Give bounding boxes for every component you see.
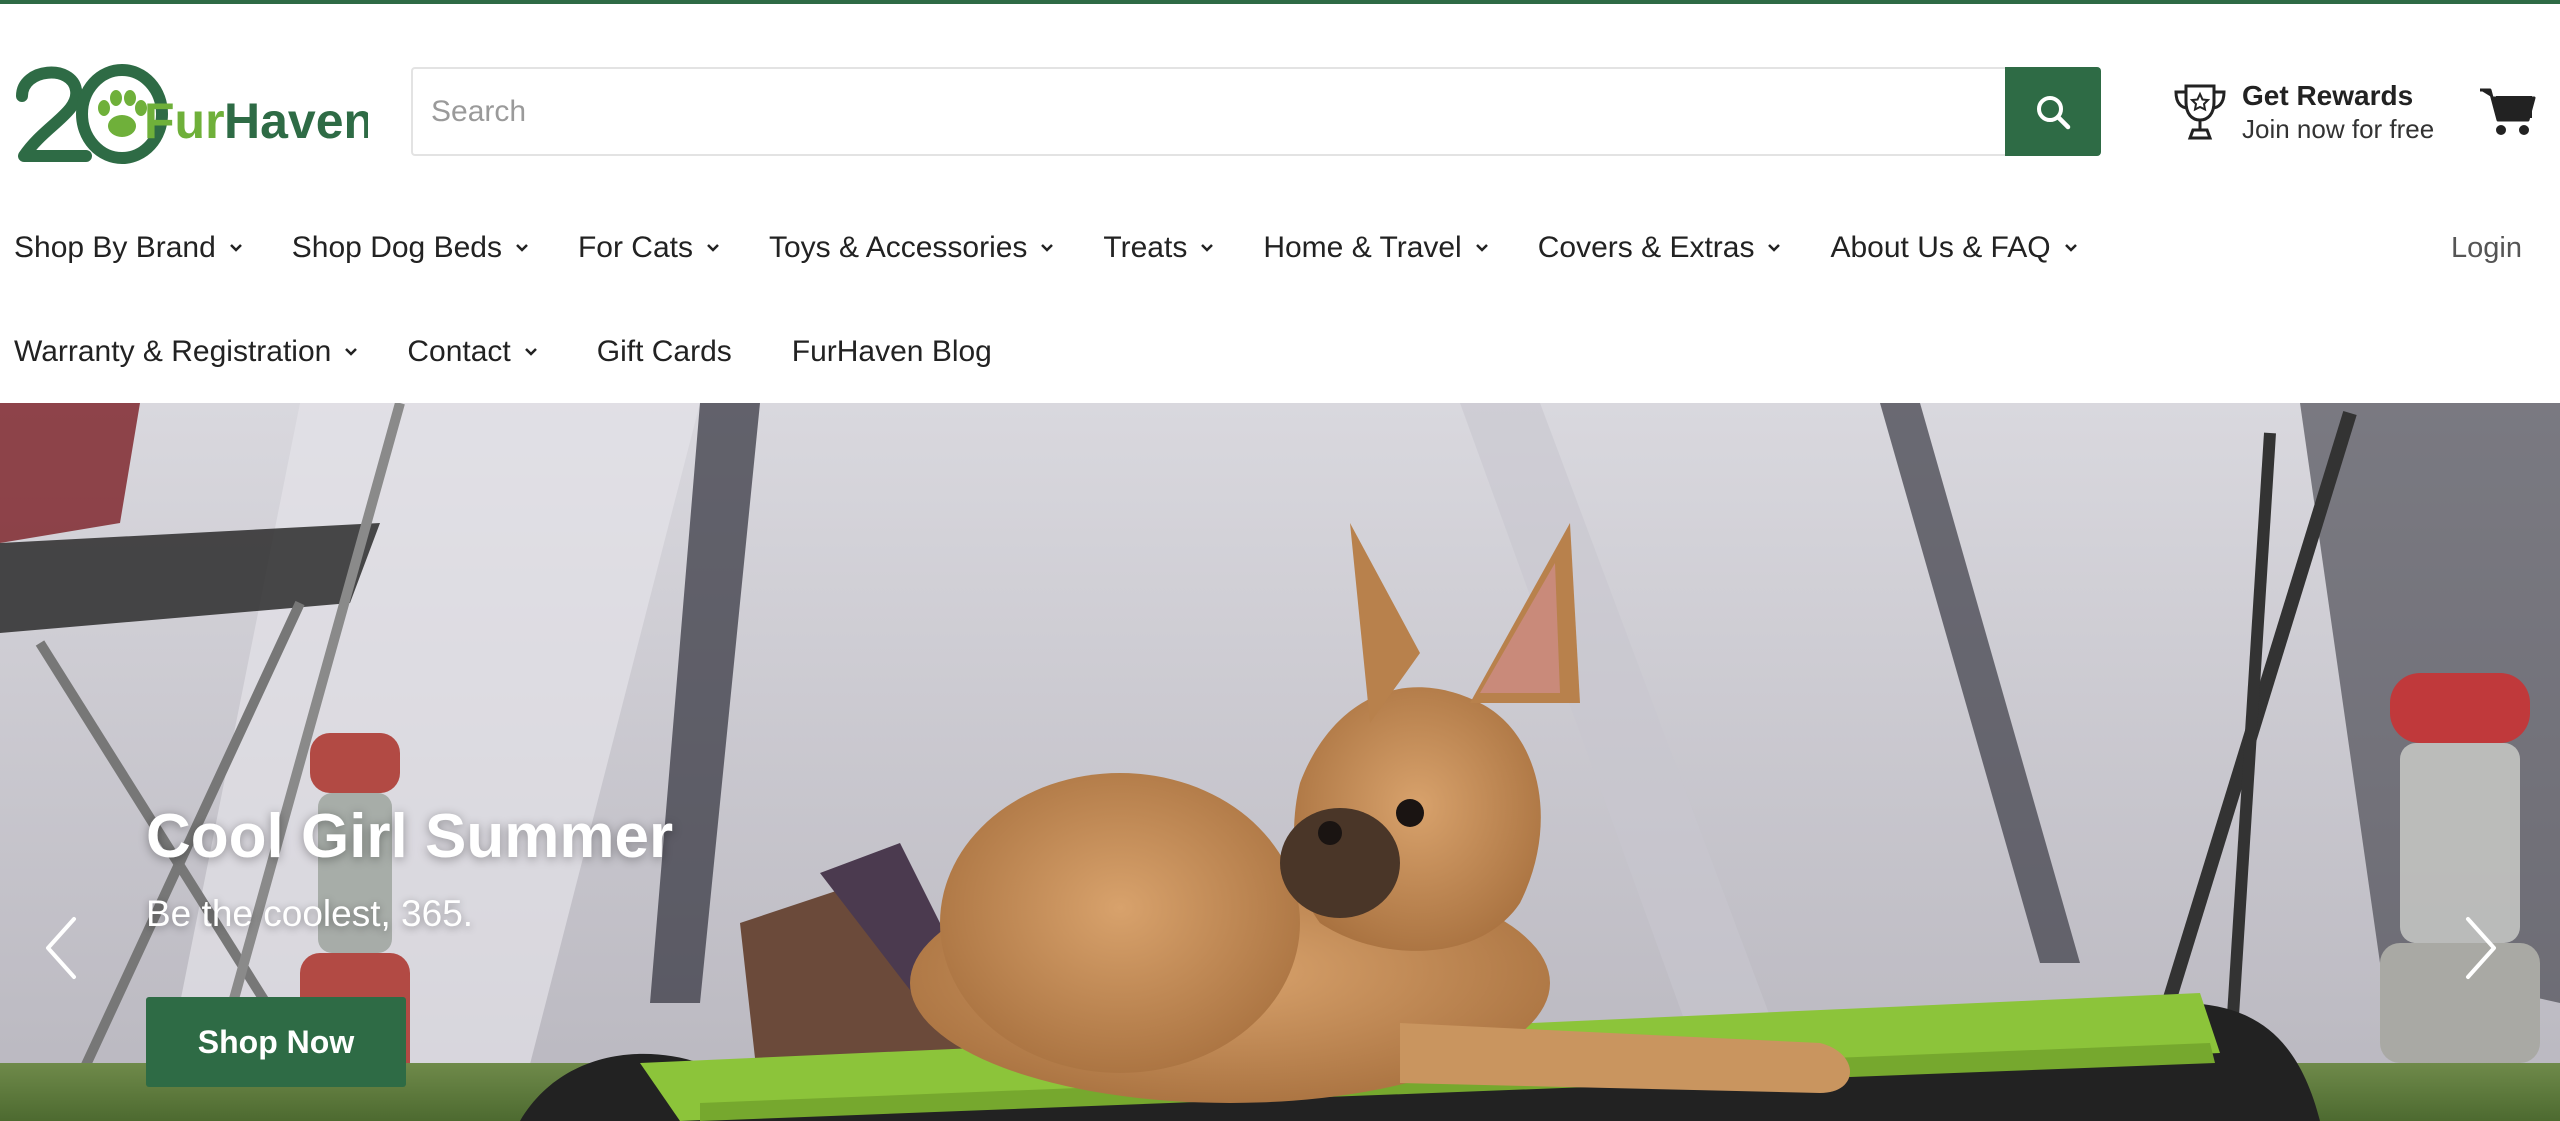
cart-icon[interactable] [2478, 86, 2536, 138]
logo-wordmark-haven: Haven [224, 93, 368, 149]
nav-item-treats[interactable]: Treats [1103, 218, 1215, 278]
trophy-icon [2174, 84, 2226, 140]
nav-item-contact[interactable]: Contact [407, 322, 538, 382]
nav-item-home-travel[interactable]: Home & Travel [1263, 218, 1489, 278]
nav-item-label: Shop Dog Beds [291, 231, 502, 264]
nav-row-secondary: Warranty & Registration Contact Gift Car… [0, 322, 992, 382]
nav-item-label: Home & Travel [1263, 231, 1462, 264]
nav-item-gift-cards[interactable]: Gift Cards [597, 322, 732, 382]
nav-item-toys-accessories[interactable]: Toys & Accessories [769, 218, 1055, 278]
search-input[interactable] [413, 69, 2005, 154]
nav-item-label: About Us & FAQ [1830, 231, 2051, 264]
site-header: Fur Haven Get Rewards Join now for free [0, 4, 2560, 214]
chevron-left-icon[interactable] [36, 913, 86, 983]
rewards-subtitle: Join now for free [2242, 114, 2435, 144]
nav-item-label: Warranty & Registration [14, 335, 332, 368]
nav-item-warranty-registration[interactable]: Warranty & Registration [14, 322, 359, 382]
chevron-right-icon[interactable] [2456, 913, 2506, 983]
logo-graphic: Fur Haven [16, 64, 374, 164]
chevron-down-icon [2064, 244, 2077, 252]
chevron-down-icon [1201, 244, 1214, 252]
nav-item-about-faq[interactable]: About Us & FAQ [1830, 218, 2078, 278]
nav-item-shop-dog-beds[interactable]: Shop Dog Beds [292, 218, 530, 278]
nav-item-label: For Cats [577, 231, 693, 264]
nav-item-covers-extras[interactable]: Covers & Extras [1538, 218, 1783, 278]
logo-wordmark-fur: Fur [144, 93, 225, 149]
nav-item-label: FurHaven Blog [791, 335, 992, 368]
chevron-down-icon [524, 348, 537, 356]
nav-row-primary: Shop By Brand Shop Dog Beds For Cats Toy… [0, 218, 2079, 278]
nav-item-label: Toys & Accessories [768, 231, 1028, 264]
hero-subtitle: Be the coolest, 365. [146, 893, 474, 934]
nav-item-label: Contact [407, 335, 511, 368]
nav-item-label: Treats [1103, 231, 1188, 264]
chevron-down-icon [1475, 244, 1488, 252]
chevron-down-icon [229, 244, 242, 252]
shop-now-button[interactable]: Shop Now [146, 997, 406, 1087]
nav-item-for-cats[interactable]: For Cats [578, 218, 721, 278]
login-link[interactable]: Login [2451, 218, 2522, 278]
hero-title: Cool Girl Summer [146, 802, 674, 871]
hero-banner: Cool Girl Summer Be the coolest, 365. Sh… [0, 403, 2560, 1121]
search-button[interactable] [2005, 67, 2101, 156]
chevron-down-icon [707, 244, 719, 252]
rewards-title: Get Rewards [2242, 80, 2414, 111]
chevron-down-icon [345, 348, 358, 356]
chevron-down-icon [516, 244, 528, 252]
chevron-down-icon [1768, 244, 1781, 252]
search-bar [411, 67, 2101, 156]
rewards-link[interactable]: Get Rewards Join now for free [2170, 76, 2460, 148]
nav-item-label: Gift Cards [596, 335, 732, 368]
chevron-down-icon [1041, 244, 1054, 252]
nav-item-shop-by-brand[interactable]: Shop By Brand [14, 218, 244, 278]
nav-item-label: Covers & Extras [1537, 231, 1755, 264]
furhaven-logo[interactable]: Fur Haven [14, 56, 374, 168]
nav-item-label: Shop By Brand [14, 231, 216, 264]
nav-item-furhaven-blog[interactable]: FurHaven Blog [792, 322, 992, 382]
search-icon [2037, 95, 2071, 129]
